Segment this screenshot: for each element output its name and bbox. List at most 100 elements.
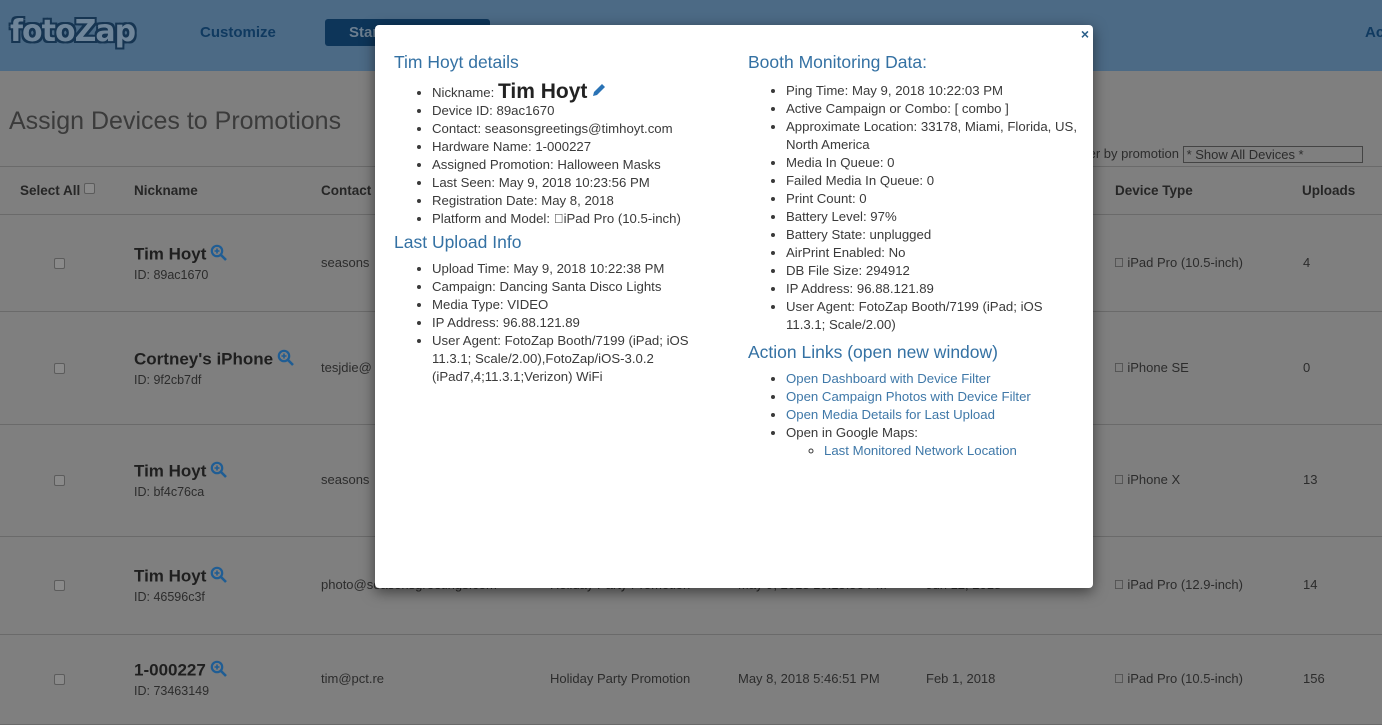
- booth-item: DB File Size: 294912: [786, 262, 1078, 280]
- details-column: Tim Hoyt details Nickname: Tim Hoyt Devi…: [394, 25, 724, 386]
- detail-item: Device ID: 89ac1670: [432, 102, 724, 120]
- uploads-cell: 0: [1303, 359, 1311, 375]
- registered-cell: Feb 1, 2018: [926, 671, 996, 686]
- detail-item: Assigned Promotion: Halloween Masks: [432, 156, 724, 174]
- booth-item: Ping Time: May 9, 2018 10:22:03 PM: [786, 82, 1078, 100]
- device-id: ID: 89ac1670: [134, 267, 209, 282]
- fotozap-logo[interactable]: fotoZap: [10, 14, 136, 49]
- nav-customize[interactable]: Customize: [200, 24, 276, 41]
- pencil-icon[interactable]: [591, 82, 607, 98]
- row-checkbox[interactable]: [54, 475, 65, 486]
- booth-item: IP Address: 96.88.121.89: [786, 280, 1078, 298]
- device-id: ID: 73463149: [134, 684, 210, 698]
- row-checkbox[interactable]: [54, 580, 65, 591]
- nickname-text: Tim Hoyt: [134, 461, 207, 481]
- device-nickname: Cortney's iPhone: [134, 349, 295, 371]
- dashboard-link[interactable]: Open Dashboard with Device Filter: [786, 371, 991, 386]
- media-details-link[interactable]: Open Media Details for Last Upload: [786, 407, 995, 422]
- booth-item: Print Count: 0: [786, 190, 1078, 208]
- header-device-type[interactable]: Device Type: [1115, 183, 1193, 198]
- detail-item: Last Seen: May 9, 2018 10:23:56 PM: [432, 174, 724, 192]
- campaign-photos-link[interactable]: Open Campaign Photos with Device Filter: [786, 389, 1031, 404]
- device-type-cell:  iPhone X: [1114, 472, 1180, 487]
- nav-account[interactable]: Ac: [1365, 24, 1382, 41]
- header-contact[interactable]: Contact: [321, 183, 371, 198]
- nickname-text: Tim Hoyt: [134, 566, 207, 586]
- booth-column: Booth Monitoring Data: Ping Time: May 9,…: [748, 25, 1078, 460]
- booth-item: Approximate Location: 33178, Miami, Flor…: [786, 118, 1078, 154]
- uploads-cell: 14: [1303, 577, 1318, 592]
- booth-item: AirPrint Enabled: No: [786, 244, 1078, 262]
- device-type-text: iPhone SE: [1114, 359, 1188, 375]
- header-nickname[interactable]: Nickname: [134, 183, 198, 198]
- upload-item: Media Type: VIDEO: [432, 296, 724, 314]
- zoom-in-icon[interactable]: [210, 244, 228, 266]
- uploads-cell: 156: [1303, 671, 1325, 686]
- booth-title: Booth Monitoring Data:: [748, 52, 927, 72]
- uploads-cell: 13: [1303, 472, 1318, 487]
- maps-sub-item: Last Monitored Network Location: [824, 442, 1078, 460]
- promotion-cell: Holiday Party Promotion: [550, 671, 691, 686]
- network-location-link[interactable]: Last Monitored Network Location: [824, 443, 1017, 458]
- details-list: Nickname: Tim Hoyt Device ID: 89ac1670 C…: [394, 80, 724, 228]
- nickname-text: Tim Hoyt: [134, 243, 207, 263]
- maps-label: Open in Google Maps:: [786, 425, 918, 440]
- nickname-item: Nickname: Tim Hoyt: [432, 80, 724, 103]
- zoom-in-icon[interactable]: [277, 349, 295, 371]
- platform-label: Platform and Model:: [432, 211, 551, 226]
- upload-list: Upload Time: May 9, 2018 10:22:38 PM Cam…: [394, 260, 724, 386]
- booth-item: User Agent: FotoZap Booth/7199 (iPad; iO…: [786, 298, 1078, 334]
- apple-icon: : [1114, 472, 1127, 487]
- promotion-filter: ter by promotion * Show All Devices *: [1085, 146, 1363, 164]
- apple-icon: : [1114, 577, 1127, 592]
- contact-cell: seasons: [321, 254, 370, 270]
- nickname-value: Tim Hoyt: [497, 80, 588, 103]
- contact-cell: seasons: [321, 472, 370, 487]
- platform-value: iPad Pro (10.5-inch): [553, 211, 681, 226]
- zoom-in-icon[interactable]: [210, 461, 228, 483]
- row-checkbox[interactable]: [54, 362, 65, 374]
- filter-label: ter by promotion: [1085, 146, 1179, 161]
- device-id: ID: 46596c3f: [134, 590, 205, 604]
- booth-item: Active Campaign or Combo: [ combo ]: [786, 100, 1078, 118]
- booth-item: Battery Level: 97%: [786, 208, 1078, 226]
- device-nickname: Tim Hoyt: [134, 566, 228, 588]
- device-type-cell:  iPad Pro (10.5-inch): [1114, 671, 1243, 686]
- row-checkbox[interactable]: [54, 674, 65, 685]
- row-checkbox[interactable]: [54, 257, 65, 269]
- device-id: ID: 9f2cb7df: [134, 372, 202, 387]
- apple-icon: : [1114, 671, 1127, 686]
- device-type-text: iPad Pro (12.9-inch): [1114, 577, 1243, 592]
- zoom-in-icon[interactable]: [210, 566, 228, 588]
- header-uploads[interactable]: Uploads: [1302, 183, 1355, 198]
- apple-icon: : [1114, 255, 1127, 270]
- device-type-text: iPad Pro (10.5-inch): [1114, 671, 1243, 686]
- select-all-header: Select All: [20, 183, 96, 198]
- last-seen-cell: May 8, 2018 5:46:51 PM: [738, 671, 880, 686]
- upload-item: IP Address: 96.88.121.89: [432, 314, 724, 332]
- upload-item: User Agent: FotoZap Booth/7199 (iPad; iO…: [432, 332, 724, 386]
- upload-item: Campaign: Dancing Santa Disco Lights: [432, 278, 724, 296]
- apple-icon: : [1114, 360, 1127, 375]
- upload-title: Last Upload Info: [394, 232, 522, 252]
- device-nickname: Tim Hoyt: [134, 461, 228, 483]
- device-id: ID: bf4c76ca: [134, 485, 205, 499]
- contact-cell: tim@pct.re: [321, 671, 385, 686]
- close-icon[interactable]: ×: [1081, 26, 1089, 42]
- detail-item: Registration Date: May 8, 2018: [432, 192, 724, 210]
- action-item: Open Media Details for Last Upload: [786, 406, 1078, 424]
- zoom-in-icon[interactable]: [210, 660, 227, 682]
- device-nickname: Tim Hoyt: [134, 243, 228, 266]
- device-type-cell:  iPad Pro (10.5-inch): [1114, 255, 1243, 270]
- upload-item: Upload Time: May 9, 2018 10:22:38 PM: [432, 260, 724, 278]
- nickname-label: Nickname:: [432, 85, 495, 100]
- contact-cell: tesjdie@: [321, 359, 372, 375]
- detail-item: Hardware Name: 1-000227: [432, 138, 724, 156]
- page-title: Assign Devices to Promotions: [9, 107, 342, 135]
- promotion-filter-select[interactable]: * Show All Devices *: [1182, 146, 1363, 164]
- select-all-label: Select All: [20, 183, 81, 198]
- details-title: Tim Hoyt details: [394, 52, 519, 72]
- device-nickname: 1-000227: [134, 660, 227, 682]
- booth-item: Media In Queue: 0: [786, 154, 1078, 172]
- select-all-checkbox[interactable]: [84, 183, 96, 194]
